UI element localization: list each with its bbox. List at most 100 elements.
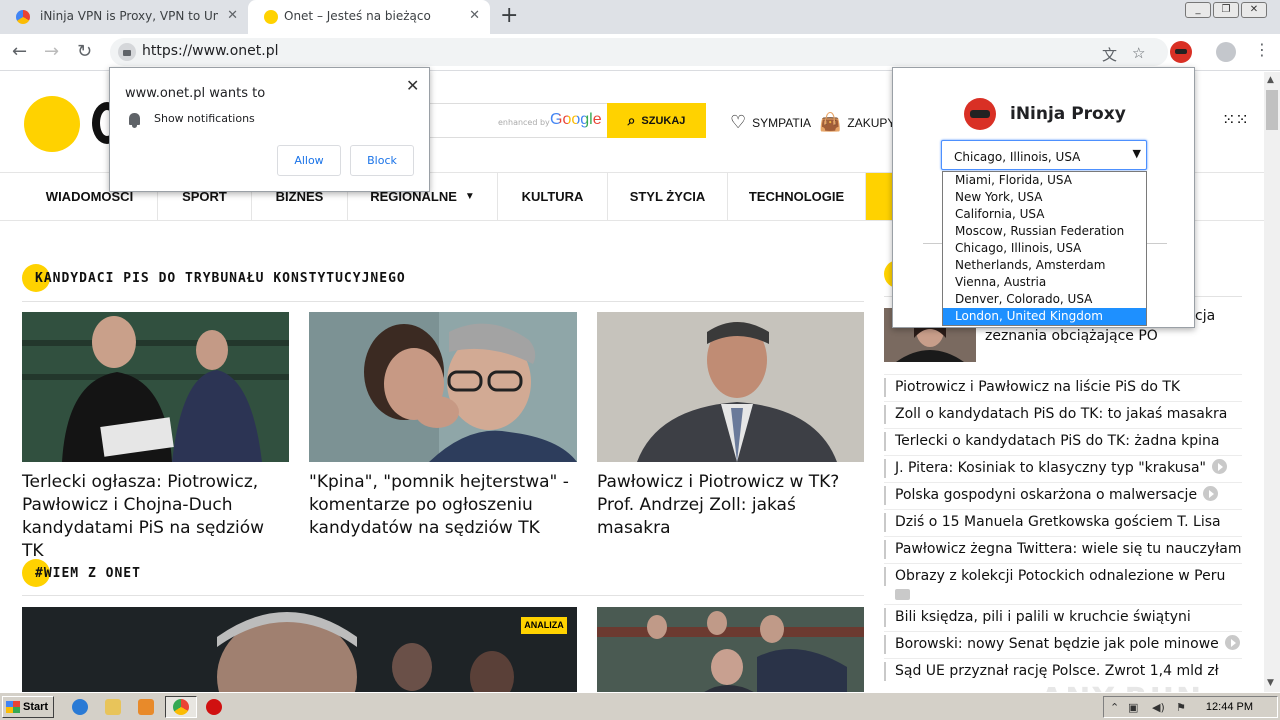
analysis-badge: ANALIZA [521,617,567,634]
side-news-item[interactable]: Zoll o kandydatach PiS do TK: to jakaś m… [884,401,1242,428]
search-input[interactable]: enhanced by Google [425,103,607,138]
article-photo[interactable] [597,607,864,692]
onet-logo[interactable] [24,96,80,152]
side-news-item[interactable]: Dziś o 15 Manuela Gretkowska gościem T. … [884,509,1242,536]
tray-expand-icon[interactable]: ⌃ [1110,701,1119,714]
side-news-text: Polska gospodyni oskarżona o malwersacje [895,487,1198,503]
start-label: Start [23,701,49,713]
allow-button[interactable]: Allow [277,145,341,176]
nav-styl-zycia[interactable]: STYL ŻYCIA [608,173,728,220]
chrome-icon [173,699,189,715]
media-player-icon[interactable] [138,699,154,715]
search-button[interactable]: ⌕ SZUKAJ [607,103,706,138]
close-tab-icon[interactable]: ✕ [227,8,238,23]
side-news-item[interactable]: Obrazy z kolekcji Potockich odnalezione … [884,563,1242,604]
close-window-icon[interactable]: ✕ [1241,2,1267,18]
taskbar-chrome-button[interactable] [165,696,197,718]
side-news-item[interactable]: Sąd UE przyznał rację Polsce. Zwrot 1,4 … [884,658,1242,685]
side-news-item[interactable]: Pawłowicz żegna Twittera: wiele się tu n… [884,536,1242,563]
side-news-text: Piotrowicz i Pawłowicz na liście PiS do … [895,379,1181,395]
scroll-up-icon[interactable]: ▲ [1267,75,1274,85]
back-icon[interactable]: ← [12,41,27,63]
side-news-item[interactable]: Borowski: nowy Senat będzie jak pole min… [884,631,1242,658]
article-headline[interactable]: "Kpina", "pomnik hejterstwa" - komentarz… [309,471,577,540]
window-controls: _ ❐ ✕ [1183,2,1267,18]
location-option[interactable]: Chicago, Illinois, USA [943,240,1146,257]
tab-title: iNinja VPN is Proxy, VPN to Unblock a [40,9,218,23]
reload-icon[interactable]: ↻ [77,41,92,63]
action-center-flag-icon[interactable]: ⚑ [1176,701,1186,714]
volume-icon[interactable]: ◀) [1152,701,1165,714]
side-news-text: J. Pitera: Kosiniak to klasyczny typ "kr… [895,460,1206,476]
video-play-icon [1224,635,1240,650]
photo-whispering-politicians [309,312,577,462]
ininja-extension-icon[interactable] [1170,41,1192,63]
sympatia-link[interactable]: ♡ SYMPATIA [730,112,811,133]
apps-grid-icon[interactable]: ⁙⁙ [1222,110,1249,129]
tab-ininja[interactable]: iNinja VPN is Proxy, VPN to Unblock a ✕ [0,0,248,34]
article-photo[interactable] [22,312,289,462]
prompt-message: Show notifications [154,112,255,125]
side-news-text: Terlecki o kandydatach PiS do TK: żadna … [895,433,1220,449]
sympatia-label: SYMPATIA [752,115,812,130]
side-news-item[interactable]: Polska gospodyni oskarżona o malwersacje [884,482,1242,509]
nav-kultura[interactable]: KULTURA [498,173,608,220]
selected-location: Chicago, Illinois, USA [954,150,1081,164]
desktop-screen: iNinja VPN is Proxy, VPN to Unblock a ✕ … [0,0,1280,720]
block-button[interactable]: Block [350,145,414,176]
close-icon[interactable]: ✕ [406,76,419,95]
opera-icon[interactable] [206,699,222,715]
tab-title: Onet – Jesteś na bieżąco [284,9,431,23]
new-tab-button[interactable]: + [500,4,518,28]
location-option[interactable]: Vienna, Austria [943,274,1146,291]
folder-icon[interactable] [105,699,121,715]
taskbar-clock[interactable]: 12:44 PM [1206,701,1253,713]
side-news-item[interactable]: J. Pitera: Kosiniak to klasyczny typ "kr… [884,455,1242,482]
lock-icon[interactable] [118,43,136,61]
forward-icon[interactable]: → [44,41,59,63]
side-news-item[interactable]: Terlecki o kandydatach PiS do TK: żadna … [884,428,1242,455]
location-option[interactable]: Miami, Florida, USA [943,172,1146,189]
location-option[interactable]: New York, USA [943,189,1146,206]
tab-onet[interactable]: Onet – Jesteś na bieżąco ✕ [248,0,490,34]
location-select[interactable]: Chicago, Illinois, USA ▼ [941,140,1147,170]
section-divider [22,301,864,302]
side-news-item[interactable]: Piotrowicz i Pawłowicz na liście PiS do … [884,374,1242,401]
translate-icon[interactable]: 文 [1102,44,1117,65]
article-photo[interactable] [309,312,577,462]
nav-technologie[interactable]: TECHNOLOGIE [728,173,866,220]
prompt-title: www.onet.pl wants to [125,86,266,101]
restore-icon[interactable]: ❐ [1213,2,1239,18]
page-scrollbar[interactable]: ▲ ▼ [1264,72,1280,692]
side-news-item[interactable]: Bili księdza, pili i palili w kruchcie ś… [884,604,1242,631]
ininja-favicon-icon [16,10,30,24]
scroll-down-icon[interactable]: ▼ [1267,678,1274,688]
video-play-icon [1211,459,1227,474]
network-icon[interactable]: ▣ [1128,701,1138,714]
menu-icon[interactable]: ⋮ [1254,40,1270,59]
close-tab-icon[interactable]: ✕ [469,8,480,23]
camera-icon [895,589,910,600]
scrollbar-thumb[interactable] [1266,90,1278,130]
location-option[interactable]: Netherlands, Amsterdam [943,257,1146,274]
zakupy-link[interactable]: 👜 ZAKUPY [819,112,895,133]
article-headline[interactable]: Terlecki ogłasza: Piotrowicz, Pawłowicz … [22,471,290,563]
internet-explorer-icon[interactable] [72,699,88,715]
location-option[interactable]: Denver, Colorado, USA [943,291,1146,308]
star-icon[interactable]: ☆ [1132,44,1145,62]
article-headline[interactable]: Pawłowicz i Piotrowicz w TK? Prof. Andrz… [597,471,865,540]
start-button[interactable]: Start [2,696,54,718]
location-option[interactable]: California, USA [943,206,1146,223]
article-photo[interactable] [22,607,577,692]
side-news-text: Zoll o kandydatach PiS do TK: to jakaś m… [895,406,1228,422]
section-title-wiem[interactable]: #WIEM Z ONET [35,566,141,581]
location-option[interactable]: Moscow, Russian Federation [943,223,1146,240]
minimize-icon[interactable]: _ [1185,2,1211,18]
location-option[interactable]: London, United Kingdom [943,308,1146,325]
profile-icon[interactable] [1216,42,1236,62]
address-bar[interactable]: https://www.onet.pl 文 ☆ [110,38,1168,66]
notification-permission-prompt: www.onet.pl wants to ✕ Show notification… [109,67,430,192]
article-photo[interactable] [597,312,864,462]
ninja-logo-icon [964,98,996,130]
section-title-pis[interactable]: KANDYDACI PIS DO TRYBUNAŁU KONSTYTUCYJNE… [35,271,406,286]
